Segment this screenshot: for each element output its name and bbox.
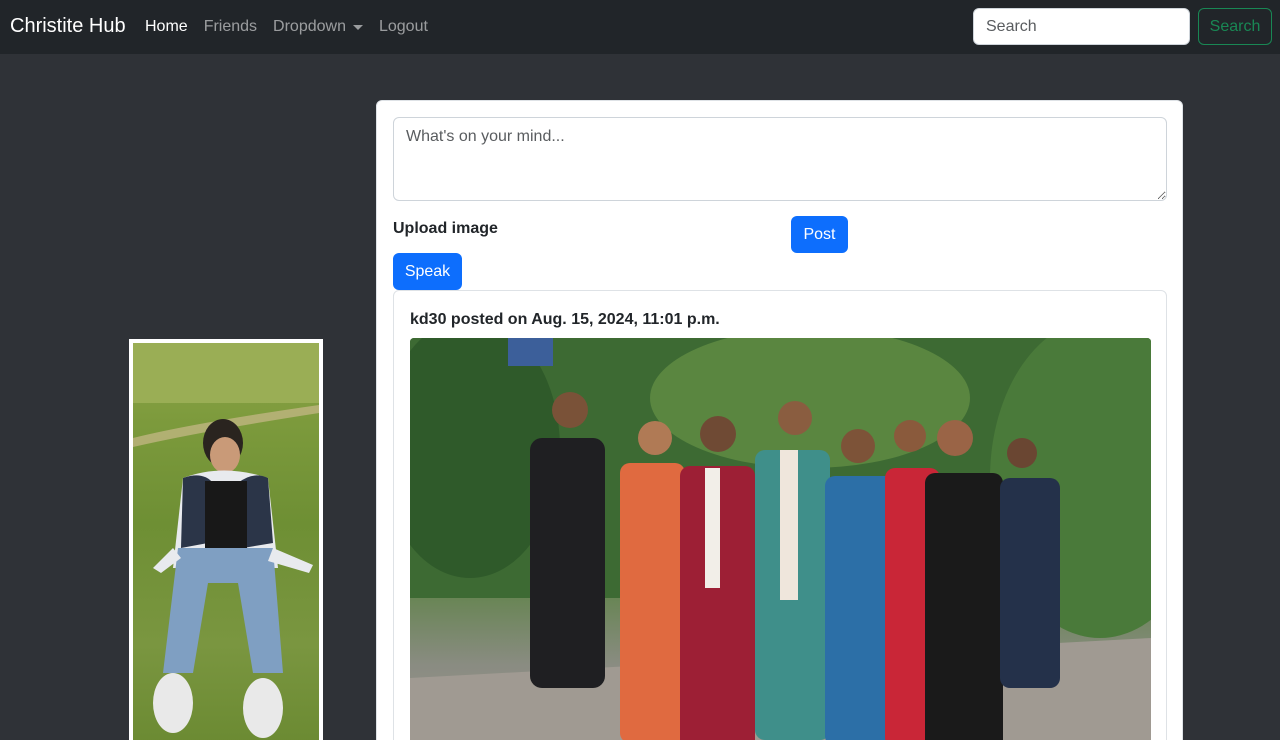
nav-logout[interactable]: Logout <box>379 17 428 37</box>
post-card: kd30 posted on Aug. 15, 2024, 11:01 p.m. <box>393 290 1167 740</box>
post-header: kd30 posted on Aug. 15, 2024, 11:01 p.m. <box>410 311 720 328</box>
nav-dropdown[interactable]: Dropdown <box>273 17 363 37</box>
profile-photo <box>133 343 319 740</box>
feed-card: Upload image Post Speak kd30 posted on A… <box>376 100 1183 740</box>
speak-button[interactable]: Speak <box>393 253 462 290</box>
nav-dropdown-label: Dropdown <box>273 18 346 35</box>
nav-links: Home Friends Dropdown Logout <box>145 17 444 37</box>
profile-photo-image <box>133 343 319 738</box>
post-image-content <box>410 338 1151 740</box>
search-button[interactable]: Search <box>1198 8 1272 45</box>
caret-down-icon <box>352 24 363 30</box>
post-textarea[interactable] <box>393 117 1167 201</box>
brand-link[interactable]: Christite Hub <box>10 14 126 38</box>
profile-photo-frame <box>129 339 323 740</box>
navbar: Christite Hub Home Friends Dropdown Logo… <box>0 0 1280 54</box>
post-button[interactable]: Post <box>791 216 848 253</box>
upload-image-label[interactable]: Upload image <box>393 219 498 239</box>
nav-friends[interactable]: Friends <box>204 17 257 37</box>
nav-home[interactable]: Home <box>145 17 188 37</box>
post-image <box>410 338 1151 740</box>
search-input[interactable] <box>973 8 1190 45</box>
